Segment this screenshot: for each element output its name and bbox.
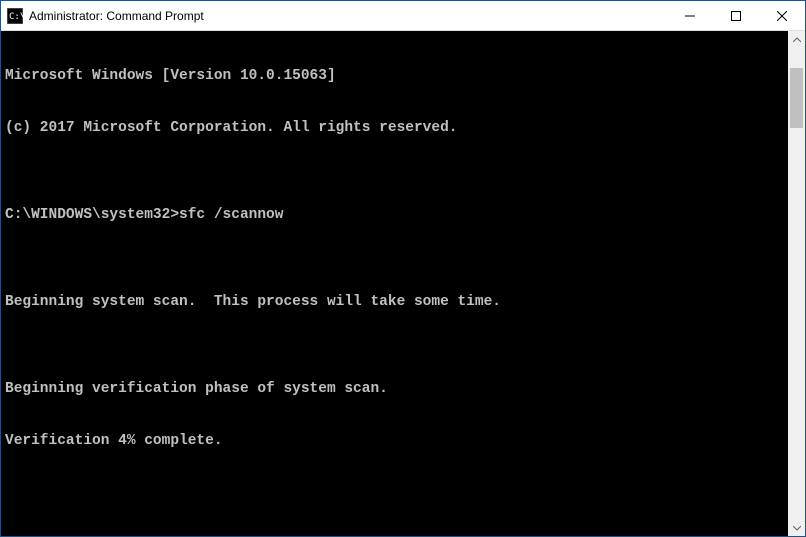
minimize-icon bbox=[685, 11, 695, 21]
scrollbar-track[interactable] bbox=[788, 48, 805, 519]
minimize-button[interactable] bbox=[667, 1, 713, 30]
scrollbar-up-arrow[interactable] bbox=[788, 31, 805, 48]
terminal-line: Beginning system scan. This process will… bbox=[5, 294, 784, 311]
close-icon bbox=[777, 11, 787, 21]
terminal-line: Beginning verification phase of system s… bbox=[5, 381, 784, 398]
chevron-up-icon bbox=[793, 36, 801, 44]
terminal-line: Microsoft Windows [Version 10.0.15063] bbox=[5, 68, 784, 85]
scrollbar-down-arrow[interactable] bbox=[788, 519, 805, 536]
window-title: Administrator: Command Prompt bbox=[29, 9, 667, 23]
chevron-down-icon bbox=[793, 524, 801, 532]
scrollbar-thumb[interactable] bbox=[790, 68, 803, 128]
cmd-icon: C:\ bbox=[7, 8, 23, 24]
close-button[interactable] bbox=[759, 1, 805, 30]
terminal-line: Verification 4% complete. bbox=[5, 433, 784, 450]
terminal-line: (c) 2017 Microsoft Corporation. All righ… bbox=[5, 120, 784, 137]
terminal-output[interactable]: Microsoft Windows [Version 10.0.15063] (… bbox=[1, 31, 788, 536]
titlebar[interactable]: C:\ Administrator: Command Prompt bbox=[1, 1, 805, 31]
command-prompt-window: C:\ Administrator: Command Prompt bbox=[0, 0, 806, 537]
maximize-button[interactable] bbox=[713, 1, 759, 30]
content-wrapper: Microsoft Windows [Version 10.0.15063] (… bbox=[1, 31, 805, 536]
maximize-icon bbox=[731, 11, 741, 21]
vertical-scrollbar[interactable] bbox=[788, 31, 805, 536]
window-controls bbox=[667, 1, 805, 30]
terminal-line: C:\WINDOWS\system32>sfc /scannow bbox=[5, 207, 784, 224]
svg-text:C:\: C:\ bbox=[9, 12, 23, 22]
